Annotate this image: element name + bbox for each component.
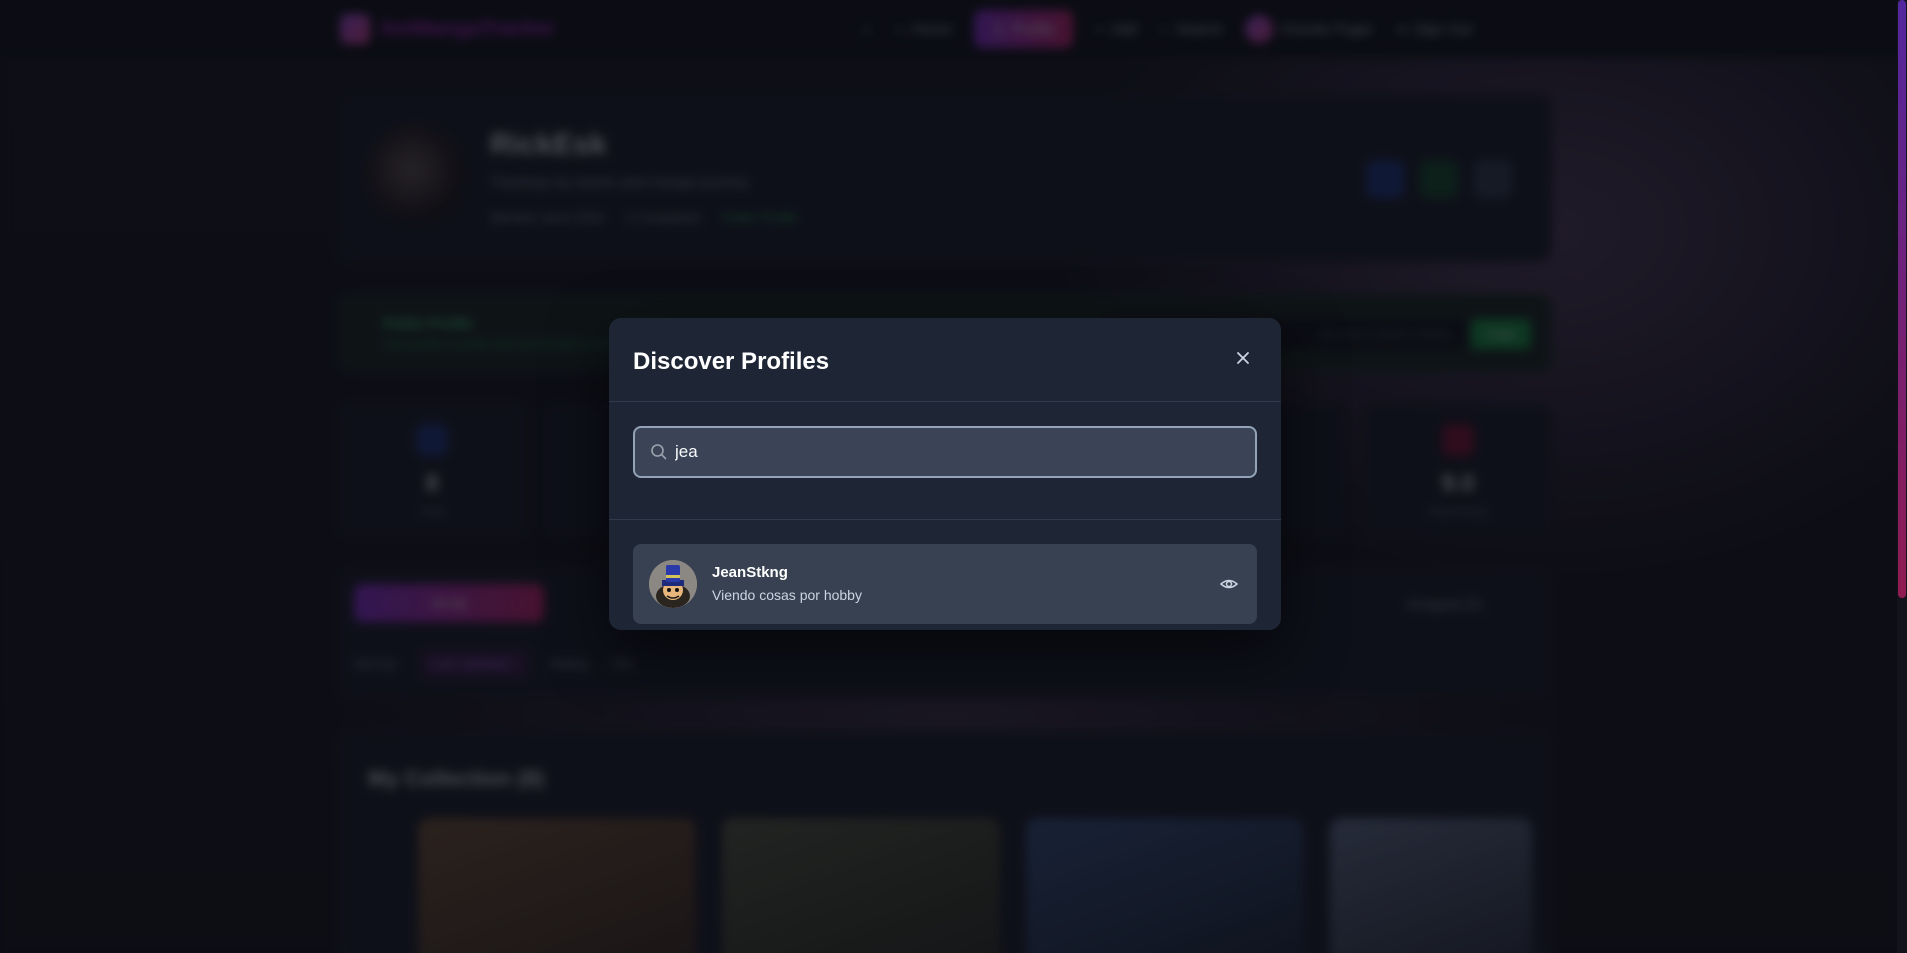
search-box[interactable]: [633, 426, 1257, 478]
modal-title: Discover Profiles: [633, 348, 830, 375]
result-name: JeanStkng: [712, 564, 788, 581]
close-button[interactable]: [1227, 342, 1259, 374]
search-icon: [651, 444, 667, 460]
close-icon: [1237, 352, 1249, 364]
avatar: [649, 560, 697, 608]
result-bio: Viendo cosas por hobby: [712, 587, 862, 603]
search-section: [609, 402, 1281, 520]
results-list: JeanStkng Viendo cosas por hobby: [609, 520, 1281, 630]
search-input[interactable]: [675, 428, 1245, 476]
eye-icon[interactable]: [1219, 574, 1239, 594]
modal-header: Discover Profiles: [609, 318, 1281, 402]
profile-avatar-image: [649, 560, 697, 608]
discover-profiles-modal: Discover Profiles jea JeanStkng Viendo c…: [609, 318, 1281, 630]
result-item[interactable]: JeanStkng Viendo cosas por hobby: [633, 544, 1257, 624]
